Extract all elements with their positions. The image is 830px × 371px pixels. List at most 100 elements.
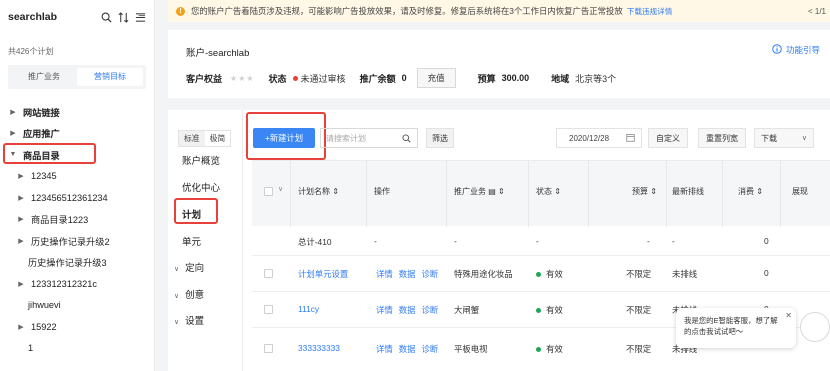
row-checkbox[interactable] [264,344,273,353]
plan-name-link[interactable]: 计划单元设置 [298,268,348,280]
tree-item[interactable]: ▶ 15922 [0,316,154,338]
column-divider [722,161,723,227]
customer-service-bubble[interactable]: 我是您的E智能客服，想了解的点击我试试吧～ ✕ [676,308,796,348]
tree-item[interactable]: ▶ 历史操作记录升级2 [0,230,154,252]
plan-search [320,128,418,148]
account-summary-row: 客户权益 ★★★ 状态 未通过审核 推广余额 0 充值 预算 300.00 地域… [186,68,616,88]
total-row: 总计-410 - - - - - 0 [252,226,830,256]
column-divider [366,161,367,227]
caret-right-icon[interactable]: ▶ [16,280,26,288]
tree-item[interactable]: ▶ 网站链接 [0,101,154,123]
mode-simple[interactable]: 极简 [204,131,231,146]
close-icon[interactable]: ✕ [785,310,792,321]
caret-right-icon[interactable]: ▶ [16,237,26,245]
list-menu-icon[interactable] [134,11,146,23]
banner-pager[interactable]: < 1/1 [808,7,826,16]
caret-right-icon[interactable]: ▶ [8,129,18,137]
chevron-down-icon[interactable]: ∨ [278,185,283,193]
tree-item[interactable]: ▶ 123312312321c [0,273,154,295]
tree-item[interactable]: ▶ 商品目录1223 [0,209,154,231]
row-checkbox[interactable] [264,269,273,278]
tab-marketing-goal[interactable]: 营销目标 [77,68,143,86]
tree-item[interactable]: ▶ 应用推广 [0,123,154,145]
chevron-down-icon: ∨ [174,266,180,273]
caret-right-icon[interactable]: ▶ [16,194,26,202]
tree-item[interactable]: ▶ 123456512361234 [0,187,154,209]
select-all-checkbox[interactable] [264,187,273,196]
rights-stars: ★★★ [230,73,255,83]
tree-item[interactable]: jihwuevi [0,295,154,317]
custom-button[interactable]: 自定义 [648,128,688,148]
status-dot-icon [536,272,541,278]
nav-settings[interactable]: ∨ 设置 [174,313,204,327]
sidebar: searchlab 共426个计划 推广业务 营销目标 ▶ 网站链接 ▶ 应用推广 … [0,0,155,371]
search-icon[interactable] [100,11,112,23]
chevron-down-icon: ∨ [174,319,180,326]
nav-creative[interactable]: ∨ 创意 [174,287,204,301]
col-cost[interactable]: 消费 ⇕ [738,186,763,197]
col-latest: 最新排线 [672,187,704,196]
caret-right-icon[interactable]: ▶ [16,323,26,331]
tree-item[interactable]: 历史操作记录升级3 [0,252,154,274]
column-divider [446,161,447,227]
caret-right-icon[interactable]: ▶ [16,172,26,180]
plan-count: 共426个计划 [8,47,54,56]
plan-tree: ▶ 网站链接 ▶ 应用推广 ▼ 商品目录 ▶ 12345 ▶ 12345651236123… [0,101,154,359]
col-status[interactable]: 状态 ⇕ [536,186,561,197]
feature-guide-link[interactable]: 功能引导 [772,44,820,56]
customer-service-avatar[interactable] [800,312,830,342]
budget-value: 300.00 [501,73,530,83]
plan-name-link[interactable]: 333333333 [298,343,340,353]
nav-overview[interactable]: 账户概览 [182,153,220,167]
nav-unit[interactable]: 单元 [182,234,201,248]
filter-icon[interactable]: ▤ ⇕ [488,187,504,196]
caret-right-icon[interactable]: ▶ [16,215,26,223]
column-divider [528,161,529,227]
reset-columns-button[interactable]: 重置列宽 [698,128,746,148]
column-divider [780,161,781,227]
filter-button[interactable]: 筛选 [426,128,454,148]
column-divider [666,161,667,227]
sort-icon[interactable] [117,11,129,23]
search-icon[interactable] [400,132,412,144]
chevron-down-icon: ∨ [801,135,807,142]
row-checkbox[interactable] [264,305,273,314]
new-plan-button[interactable]: +新建计划 [253,128,315,148]
search-input[interactable] [326,133,396,143]
highlight-box-plan [174,198,218,224]
caret-right-icon[interactable]: ▶ [8,108,18,116]
region-value: 北京等3个 [575,73,617,84]
calendar-icon [626,133,635,144]
status-dot-icon [536,347,541,353]
mode-standard[interactable]: 标准 [179,131,205,146]
account-name: 账户-searchlab [186,48,250,59]
highlight-box-catalog [3,143,96,164]
account-card: 账户-searchlab 功能引导 客户权益 ★★★ 状态 未通过审核 推广余额… [168,30,830,98]
charge-button[interactable]: 充值 [416,68,456,88]
layout-gap-mid [168,98,830,110]
download-dropdown[interactable]: 下载 ∨ [754,128,814,148]
budget-label: 预算 [477,73,496,84]
status-dot-icon [292,75,298,81]
col-business[interactable]: 推广业务 ▤ ⇕ [454,186,505,197]
tree-item[interactable]: ▶ 12345 [0,166,154,188]
sidebar-tabs: 推广业务 营销目标 [8,65,146,89]
nav-optimization[interactable]: 优化中心 [182,180,220,194]
col-plan-name[interactable]: 计划名称 ⇕ [298,186,339,197]
balance-value: 0 [401,73,407,83]
layout-gap-top [168,22,830,30]
date-picker[interactable]: 2020/12/28 [556,128,642,148]
tree-item[interactable]: 1 [0,338,154,360]
info-icon [772,44,782,56]
status-cell: 有效 [536,343,563,355]
column-divider [290,161,291,227]
col-budget[interactable]: 预算 ⇕ [632,186,657,197]
layout-gap [155,0,168,371]
col-impression[interactable]: 展现 [792,186,808,197]
tab-business[interactable]: 推广业务 [11,68,77,86]
chevron-down-icon: ∨ [174,293,180,300]
nav-targeting[interactable]: ∨ 定向 [174,260,204,274]
plan-name-link[interactable]: 111cy [298,304,319,314]
download-violation-link[interactable]: 下载违规详情 [627,6,673,17]
rights-label: 客户权益 [186,73,223,84]
